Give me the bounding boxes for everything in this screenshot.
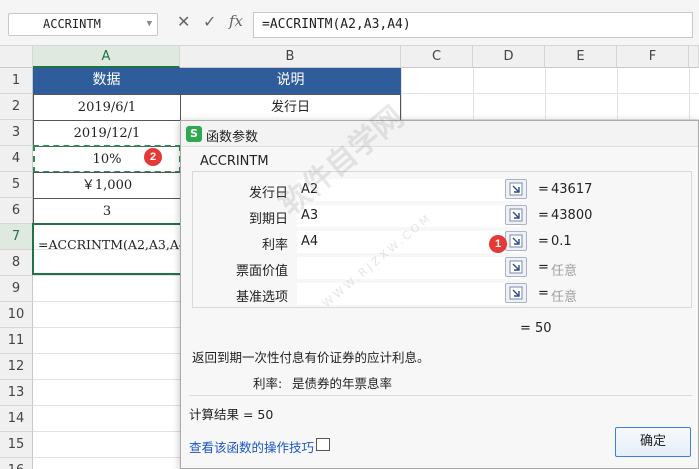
row-header-12[interactable]: 12 (0, 354, 33, 380)
column-header-e[interactable]: E (545, 46, 617, 68)
function-result-inline: = 50 (520, 321, 552, 336)
column-header-a[interactable]: A (33, 46, 180, 68)
row-header-13[interactable]: 13 (0, 380, 33, 406)
param-input-rate[interactable]: A4 (297, 231, 521, 253)
close-icon[interactable]: ✕ (177, 12, 190, 31)
function-name: ACCRINTM (200, 154, 269, 169)
function-description: 返回到期一次性付息有价证券的应计利息。 (192, 350, 430, 365)
range-select-icon (509, 208, 523, 222)
row-header-8[interactable]: 8 (0, 250, 33, 276)
column-header-b[interactable]: B (180, 46, 401, 68)
row-header-3[interactable]: 3 (0, 120, 33, 146)
param-eq: = (538, 234, 549, 249)
cell-a2[interactable]: 2019/6/1 (33, 94, 181, 121)
column-header-c[interactable]: C (401, 46, 473, 68)
cell-a1[interactable]: 数据 (33, 68, 180, 94)
row-header-4[interactable]: 4 (0, 146, 33, 172)
check-icon[interactable]: ✓ (203, 12, 216, 31)
param-label-basis: 基准选项 (235, 290, 288, 305)
param-eq: = (538, 182, 549, 197)
row-header-10[interactable]: 10 (0, 302, 33, 328)
column-header-f[interactable]: F (617, 46, 689, 68)
param-value-par: 任意 (551, 264, 578, 279)
function-arguments-dialog: S 函数参数 ACCRINTM 发行日 A2 = 43617 到期日 A3 = … (180, 120, 699, 469)
row-header-2[interactable]: 2 (0, 94, 33, 120)
formula-bar: ACCRINTM ▼ ✕ ✓ fx =ACCRINTM(A2,A3,A4) (0, 0, 699, 46)
step-badge-1: 1 (489, 235, 507, 253)
ref-select-button[interactable] (505, 257, 527, 277)
param-input-basis[interactable] (297, 283, 521, 305)
param-label-settlement: 发行日 (248, 186, 288, 201)
param-value-rate: 0.1 (551, 234, 572, 249)
param-input-maturity[interactable]: A3 (297, 205, 521, 227)
column-header-g[interactable] (689, 46, 699, 68)
ref-select-button[interactable] (505, 179, 527, 199)
param-value-basis: 任意 (551, 290, 578, 305)
param-label-par: 票面价值 (235, 264, 288, 279)
param-input-par[interactable] (297, 257, 521, 279)
row-header-5[interactable]: 5 (0, 172, 33, 198)
formula-input[interactable]: =ACCRINTM(A2,A3,A4) (253, 12, 693, 38)
range-select-icon (509, 182, 523, 196)
cell-a7-editing[interactable]: =ACCRINTM(A2,A3,A4) (32, 223, 192, 275)
row-header-6[interactable]: 6 (0, 198, 33, 224)
divider (189, 395, 692, 396)
row-header-15[interactable]: 15 (0, 432, 33, 458)
param-desc-label: 利率: (253, 376, 283, 391)
ref-select-button[interactable] (505, 205, 527, 225)
fx-icon[interactable]: fx (229, 12, 243, 30)
ref-select-button[interactable] (505, 283, 527, 303)
video-icon[interactable] (316, 438, 330, 451)
range-select-icon (509, 260, 523, 274)
param-eq: = (538, 208, 549, 223)
param-desc-text: 是债券的年票息率 (292, 376, 393, 391)
ref-select-button[interactable] (505, 231, 527, 251)
select-all-corner[interactable] (0, 46, 33, 68)
param-label-maturity: 到期日 (248, 212, 288, 227)
cell-a3[interactable]: 2019/12/1 (33, 120, 181, 147)
cell-b2[interactable]: 发行日 (180, 94, 401, 121)
name-box[interactable]: ACCRINTM ▼ (8, 13, 158, 36)
ok-button[interactable]: 确定 (615, 427, 691, 457)
dialog-title: 函数参数 (206, 130, 259, 145)
calculation-result: 计算结果 = 50 (189, 407, 274, 422)
params-group: 发行日 A2 = 43617 到期日 A3 = 43800 利率 A4 = 0.… (192, 171, 692, 308)
row-header-7[interactable]: 7 (0, 224, 33, 250)
param-eq: = (538, 260, 549, 275)
cell-a5[interactable]: ￥1,000 (33, 172, 181, 199)
row-header-9[interactable]: 9 (0, 276, 33, 302)
param-value-maturity: 43800 (551, 208, 593, 223)
row-header-1[interactable]: 1 (0, 68, 33, 94)
row-header-14[interactable]: 14 (0, 406, 33, 432)
param-label-rate: 利率 (261, 238, 288, 253)
param-value-settlement: 43617 (551, 182, 593, 197)
row-header-11[interactable]: 11 (0, 328, 33, 354)
row-header-16[interactable]: 16 (0, 458, 33, 469)
help-tips-link[interactable]: 查看该函数的操作技巧 (189, 437, 314, 456)
name-box-value: ACCRINTM (43, 17, 101, 31)
wps-logo-icon: S (186, 126, 202, 142)
column-header-d[interactable]: D (473, 46, 545, 68)
dialog-titlebar[interactable]: S 函数参数 (181, 121, 698, 147)
range-select-icon (509, 286, 523, 300)
cell-a6[interactable]: 3 (33, 198, 181, 225)
step-badge-2: 2 (144, 148, 162, 166)
range-select-icon (509, 234, 523, 248)
chevron-down-icon[interactable]: ▼ (147, 14, 152, 35)
param-input-settlement[interactable]: A2 (297, 179, 521, 201)
param-eq: = (538, 286, 549, 301)
cell-b1[interactable]: 说明 (180, 68, 401, 94)
